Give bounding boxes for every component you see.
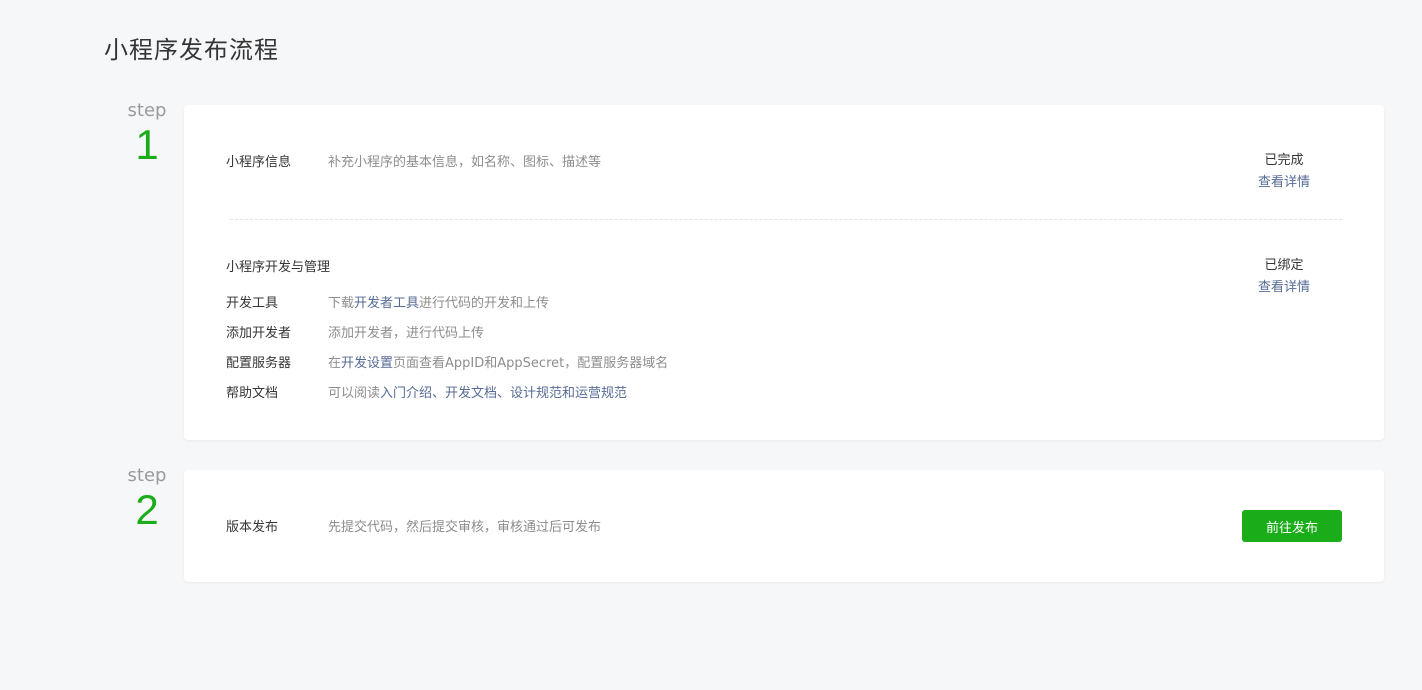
- version-release-label: 版本发布: [226, 520, 279, 535]
- dev-tools-desc: 下载开发者工具进行代码的开发和上传: [328, 292, 549, 311]
- step-1-label: step: [127, 100, 167, 121]
- step-1-number: 1: [135, 121, 159, 168]
- dev-status-badge: 已绑定: [1264, 258, 1304, 273]
- help-docs-desc: 可以阅读入门介绍、开发文档、设计规范和运营规范: [328, 382, 627, 401]
- go-publish-button[interactable]: 前往发布: [1242, 510, 1342, 542]
- dev-settings-link[interactable]: 开发设置: [341, 356, 393, 371]
- config-server-desc-post: 页面查看AppID和AppSecret，配置服务器域名: [393, 356, 669, 371]
- version-release-desc: 先提交代码，然后提交审核，审核通过后可发布: [328, 520, 602, 535]
- dev-tools-label: 开发工具: [226, 296, 279, 311]
- add-developer-desc-text: 添加开发者，进行代码上传: [328, 326, 485, 341]
- mini-program-info-label: 小程序信息: [226, 155, 292, 170]
- add-developer-desc: 添加开发者，进行代码上传: [328, 322, 484, 341]
- mini-program-info-desc: 补充小程序的基本信息，如名称、图标、描述等: [328, 155, 602, 170]
- step-1-card: 小程序信息 补充小程序的基本信息，如名称、图标、描述等 已完成 查看详情 小程序…: [184, 105, 1384, 440]
- help-docs-desc-pre: 可以阅读: [328, 386, 381, 401]
- info-view-details-link[interactable]: 查看详情: [1246, 171, 1322, 190]
- help-docs-label: 帮助文档: [226, 386, 279, 401]
- dev-tools-desc-pre: 下载: [328, 296, 355, 311]
- add-developer-label: 添加开发者: [226, 326, 292, 341]
- dev-tools-desc-post: 进行代码的开发和上传: [419, 296, 550, 311]
- step-2-label: step: [127, 465, 167, 486]
- config-server-label: 配置服务器: [226, 356, 292, 371]
- section-divider: [230, 219, 1342, 220]
- step-2-card: 版本发布 先提交代码，然后提交审核，审核通过后可发布 前往发布: [184, 470, 1384, 582]
- step-2-number: 2: [135, 486, 159, 533]
- dev-view-details-link[interactable]: 查看详情: [1246, 276, 1322, 295]
- help-docs-links[interactable]: 入门介绍、开发文档、设计规范和运营规范: [380, 386, 627, 401]
- dev-tools-link[interactable]: 开发者工具: [354, 296, 419, 311]
- dev-management-title: 小程序开发与管理: [226, 260, 331, 275]
- config-server-desc: 在开发设置页面查看AppID和AppSecret，配置服务器域名: [328, 352, 668, 371]
- page-title: 小程序发布流程: [104, 36, 279, 64]
- info-status-badge: 已完成: [1264, 153, 1304, 168]
- config-server-desc-pre: 在: [328, 356, 342, 371]
